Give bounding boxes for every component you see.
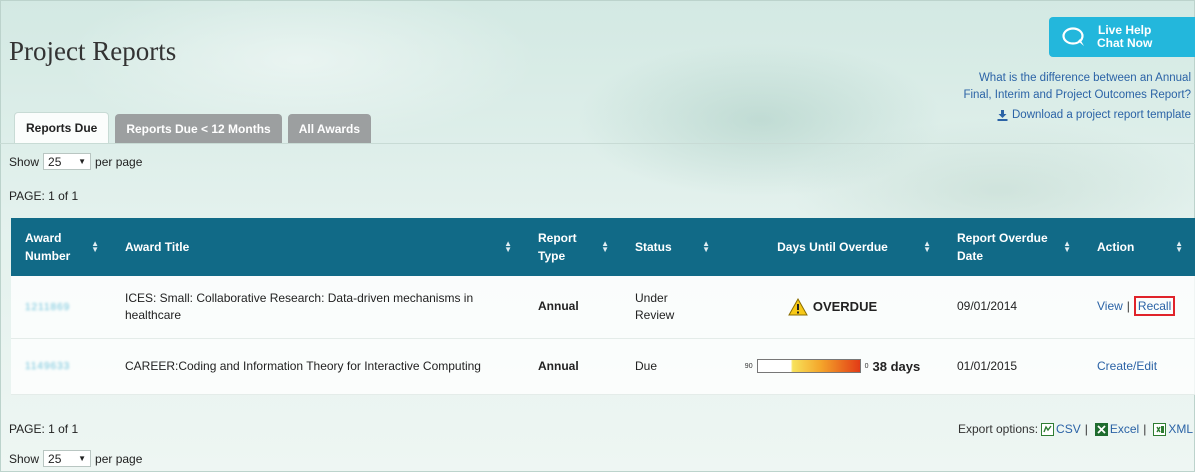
export-xml-link[interactable]: XML: [1150, 422, 1193, 436]
award-number-link[interactable]: 1149633: [25, 361, 70, 372]
download-template-label[interactable]: Download a project report template: [1012, 109, 1191, 121]
award-title-cell: ICES: Small: Collaborative Research: Dat…: [111, 276, 524, 339]
create-edit-link[interactable]: Create/Edit: [1097, 359, 1157, 373]
sort-icon: ▲ ▼: [504, 239, 512, 254]
page-title: Project Reports: [9, 36, 177, 66]
overdue-label: OVERDUE: [812, 299, 878, 315]
show-label: Show: [9, 451, 40, 466]
chat-bubble-icon: [1062, 27, 1084, 46]
sort-icon: ▲ ▼: [601, 239, 609, 254]
column-report-type[interactable]: Report Type ▲ ▼: [524, 218, 621, 276]
table-header-row: Award Number ▲ ▼ Award Title ▲ ▼ Report Ty…: [11, 218, 1195, 276]
tab-all-awards[interactable]: All Awards: [287, 114, 372, 144]
export-excel-label[interactable]: Excel: [1110, 422, 1139, 436]
award-title-cell: CAREER:Coding and Information Theory for…: [111, 338, 524, 395]
days-remaining-meter: [756, 359, 861, 373]
award-number-link[interactable]: 1211869: [25, 302, 70, 313]
status-cell: Under Review: [621, 276, 722, 339]
award-number-cell[interactable]: 1149633: [11, 338, 111, 395]
sort-icon: ▲ ▼: [702, 239, 710, 254]
meter-max-label: 90: [744, 362, 753, 370]
warning-icon: [787, 297, 808, 316]
recall-link[interactable]: Recall: [1133, 296, 1176, 317]
page-indicator-bottom: PAGE: 1 of 1: [9, 422, 79, 436]
export-separator: |: [1084, 422, 1088, 436]
export-label: Export options:: [957, 422, 1039, 436]
days-remaining-label: 38 days: [872, 358, 921, 374]
column-report-type-label: Report Type: [538, 231, 577, 263]
export-options: Export options: CSV | Excel | XML: [958, 422, 1193, 436]
column-status-label: Status: [635, 240, 672, 254]
column-award-number-label: Award Number: [25, 231, 71, 263]
days-until-overdue-cell: 90 0 38 days: [722, 338, 943, 395]
overdue-date-cell: 09/01/2014: [943, 276, 1083, 339]
action-cell: View | Recall: [1083, 276, 1195, 339]
chevron-down-icon: ▼: [78, 157, 87, 166]
csv-icon: [1041, 422, 1055, 436]
download-template-link[interactable]: Download a project report template: [997, 109, 1191, 121]
reports-table: Award Number ▲ ▼ Award Title ▲ ▼ Report Ty…: [11, 218, 1195, 395]
action-cell: Create/Edit: [1083, 338, 1195, 395]
per-page-value: 25: [48, 451, 62, 466]
sort-icon: ▲ ▼: [923, 239, 931, 254]
export-excel-link[interactable]: Excel: [1092, 422, 1139, 436]
report-type-cell: Annual: [524, 338, 621, 395]
per-page-select[interactable]: 25 ▼: [43, 153, 92, 170]
export-csv-link[interactable]: CSV: [1038, 422, 1081, 436]
chevron-down-icon: ▼: [78, 454, 87, 463]
meter-min-label: 0: [864, 362, 869, 370]
download-icon: [997, 109, 1008, 121]
sort-icon: ▲ ▼: [1175, 239, 1183, 254]
tab-reports-due-12-months[interactable]: Reports Due < 12 Months: [115, 114, 282, 144]
column-report-overdue-date-label: Report Overdue Date: [957, 231, 1048, 263]
status-cell: Due: [621, 338, 722, 395]
show-label: Show: [9, 154, 40, 169]
column-report-overdue-date[interactable]: Report Overdue Date ▲ ▼: [943, 218, 1083, 276]
column-action-label: Action: [1097, 240, 1135, 254]
column-award-title[interactable]: Award Title ▲ ▼: [111, 218, 524, 276]
live-help-button[interactable]: Live Help Chat Now: [1049, 17, 1195, 57]
xml-icon: [1153, 422, 1167, 436]
report-difference-link[interactable]: What is the difference between an Annual…: [963, 70, 1191, 104]
per-page-bottom: Show 25 ▼ per page: [9, 450, 142, 467]
per-page-label: per page: [95, 451, 143, 466]
column-days-until-overdue-label: Days Until Overdue: [777, 240, 888, 254]
table-row: 1149633 CAREER:Coding and Information Th…: [11, 338, 1195, 395]
tabs-divider: [0, 143, 1195, 144]
report-difference-line1[interactable]: What is the difference between an Annual: [979, 72, 1191, 84]
view-link[interactable]: View: [1097, 299, 1123, 313]
overdue-date-cell: 01/01/2015: [943, 338, 1083, 395]
report-tabs: Reports Due Reports Due < 12 Months All …: [14, 108, 377, 144]
per-page-label: per page: [95, 154, 143, 169]
days-until-overdue-cell: OVERDUE: [722, 276, 943, 339]
report-type-cell: Annual: [524, 276, 621, 339]
page-indicator-top: PAGE: 1 of 1: [9, 189, 79, 203]
per-page-select[interactable]: 25 ▼: [43, 450, 92, 467]
export-xml-label[interactable]: XML: [1168, 422, 1193, 436]
column-days-until-overdue[interactable]: Days Until Overdue ▲ ▼: [722, 218, 943, 276]
live-help-line2: Chat Now: [1097, 36, 1153, 50]
column-award-number[interactable]: Award Number ▲ ▼: [11, 218, 111, 276]
export-csv-label[interactable]: CSV: [1056, 422, 1081, 436]
column-award-title-label: Award Title: [125, 240, 190, 254]
column-status[interactable]: Status ▲ ▼: [621, 218, 722, 276]
action-separator: |: [1126, 299, 1130, 314]
column-action[interactable]: Action ▲ ▼: [1083, 218, 1195, 276]
excel-icon: [1094, 422, 1108, 436]
sort-icon: ▲ ▼: [1063, 239, 1071, 254]
per-page-top: Show 25 ▼ per page: [9, 153, 142, 170]
export-separator: |: [1143, 422, 1147, 436]
report-difference-line2[interactable]: Final, Interim and Project Outcomes Repo…: [963, 89, 1191, 101]
award-number-cell[interactable]: 1211869: [11, 276, 111, 339]
sort-icon: ▲ ▼: [91, 239, 99, 254]
per-page-value: 25: [48, 154, 62, 169]
tab-reports-due[interactable]: Reports Due: [14, 112, 110, 144]
table-row: 1211869 ICES: Small: Collaborative Resea…: [11, 276, 1195, 339]
